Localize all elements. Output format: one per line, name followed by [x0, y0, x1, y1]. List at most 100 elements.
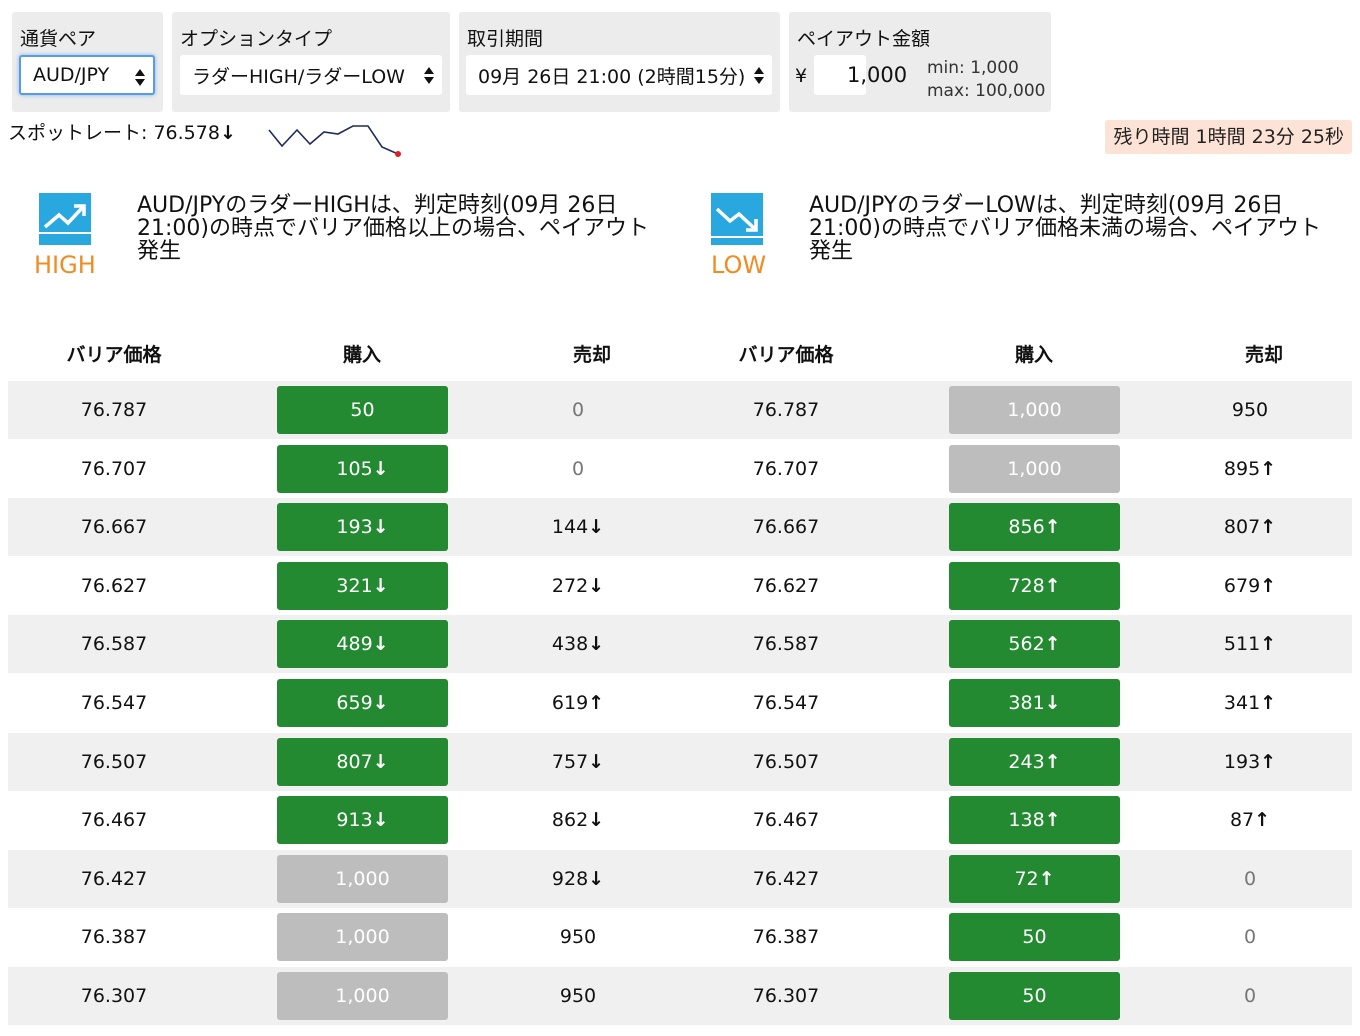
- arrow-up-icon: ↑: [1260, 751, 1277, 773]
- low-sell-value: 193: [1223, 751, 1261, 773]
- high-sell-cell[interactable]: 619↑: [508, 674, 648, 732]
- high-buy-button[interactable]: 659↓: [277, 679, 448, 727]
- table-row: 76.627 321↓ 272↓ 76.627 728↑ 679↑: [8, 557, 1352, 615]
- high-buy-button[interactable]: 321↓: [277, 562, 448, 610]
- high-sell-cell[interactable]: 950: [508, 967, 648, 1025]
- high-buy-button: 1,000: [277, 855, 448, 903]
- high-sell-value: 144: [551, 516, 589, 538]
- low-barrier-value: 76.587: [752, 633, 820, 655]
- low-buy-button[interactable]: 856↑: [949, 503, 1120, 551]
- high-sell-value: 272: [551, 575, 589, 597]
- high-sell-cell[interactable]: 272↓: [508, 557, 648, 615]
- arrow-down-icon: ↓: [588, 868, 605, 890]
- high-buy-value: 913: [336, 809, 373, 831]
- sparkline-current-dot: [395, 151, 401, 157]
- arrow-down-icon: ↓: [588, 516, 605, 538]
- sparkline-line: [268, 125, 399, 155]
- low-sell-cell[interactable]: 807↑: [1180, 498, 1320, 556]
- high-sell-cell[interactable]: 862↓: [508, 791, 648, 849]
- payout-control: ペイアウト金額 ¥ 1,000 min: 1,000 max: 100,000: [789, 12, 1051, 112]
- option-type-label: オプションタイプ: [180, 28, 333, 50]
- payout-min: min: 1,000: [927, 58, 1019, 78]
- high-sell-value: 928: [551, 868, 589, 890]
- low-sell-cell[interactable]: 193↑: [1180, 733, 1320, 791]
- high-sell-header: 売却: [572, 344, 611, 366]
- low-buy-button: 1,000: [949, 386, 1120, 434]
- low-buy-button[interactable]: 72↑: [949, 855, 1120, 903]
- low-buy-button[interactable]: 50: [949, 972, 1120, 1020]
- low-sell-value: 895: [1223, 458, 1261, 480]
- high-sell-cell[interactable]: 757↓: [508, 733, 648, 791]
- high-barrier-header: バリア価格: [66, 344, 162, 366]
- high-buy-button[interactable]: 193↓: [277, 503, 448, 551]
- option-type-select-value: ラダーHIGH/ラダーLOW: [192, 65, 405, 88]
- period-label: 取引期間: [467, 28, 544, 50]
- spot-rate: スポットレート: 76.578↓: [8, 118, 236, 145]
- arrow-up-icon: ↑: [1254, 809, 1271, 831]
- high-barrier-cell: 76.307: [44, 967, 184, 1025]
- arrow-up-icon: ↑: [588, 692, 605, 714]
- payout-max: max: 100,000: [927, 81, 1046, 101]
- select-arrows-icon: [135, 67, 145, 87]
- low-buy-header: 購入: [1014, 344, 1053, 366]
- high-sell-value: 862: [551, 809, 589, 831]
- low-buy-button[interactable]: 728↑: [949, 562, 1120, 610]
- high-barrier-value: 76.507: [80, 751, 148, 773]
- low-sell-value: 87: [1229, 809, 1255, 831]
- high-sell-cell[interactable]: 950: [508, 908, 648, 966]
- high-barrier-cell: 76.547: [44, 674, 184, 732]
- high-buy-button[interactable]: 489↓: [277, 620, 448, 668]
- pair-control: 通貨ペア AUD/JPY: [12, 12, 163, 112]
- low-buy-value: 1,000: [1007, 399, 1062, 421]
- high-barrier-value: 76.387: [80, 926, 148, 948]
- low-buy-button[interactable]: 381↓: [949, 679, 1120, 727]
- low-buy-button[interactable]: 243↑: [949, 738, 1120, 786]
- select-arrows-icon: [754, 65, 764, 85]
- low-sell-cell[interactable]: 87↑: [1180, 791, 1320, 849]
- low-sell-value: 341: [1223, 692, 1261, 714]
- low-sell-cell[interactable]: 895↑: [1180, 440, 1320, 498]
- arrow-up-icon: ↑: [1044, 633, 1061, 655]
- high-sell-value: 619: [551, 692, 589, 714]
- high-sell-cell: 0: [508, 381, 648, 439]
- pair-select[interactable]: AUD/JPY: [19, 55, 155, 95]
- high-buy-button[interactable]: 913↓: [277, 796, 448, 844]
- high-barrier-cell: 76.787: [44, 381, 184, 439]
- low-sell-cell[interactable]: 341↑: [1180, 674, 1320, 732]
- high-buy-button[interactable]: 50: [277, 386, 448, 434]
- high-sell-cell[interactable]: 438↓: [508, 615, 648, 673]
- arrow-down-icon: ↓: [372, 809, 389, 831]
- low-barrier-cell: 76.387: [716, 908, 856, 966]
- low-sell-cell[interactable]: 950: [1180, 381, 1320, 439]
- high-sell-cell[interactable]: 144↓: [508, 498, 648, 556]
- high-barrier-value: 76.627: [80, 575, 148, 597]
- low-sell-cell[interactable]: 511↑: [1180, 615, 1320, 673]
- low-sell-header: 売却: [1244, 344, 1283, 366]
- low-sell-cell[interactable]: 679↑: [1180, 557, 1320, 615]
- option-type-select[interactable]: ラダーHIGH/ラダーLOW: [180, 55, 442, 95]
- high-barrier-value: 76.707: [80, 458, 148, 480]
- high-buy-value: 1,000: [335, 926, 390, 948]
- high-sell-value: 950: [559, 985, 597, 1007]
- low-buy-button[interactable]: 562↑: [949, 620, 1120, 668]
- low-sell-cell: 0: [1180, 850, 1320, 908]
- low-buy-button[interactable]: 138↑: [949, 796, 1120, 844]
- low-buy-value: 50: [1022, 985, 1047, 1007]
- arrow-down-icon: ↓: [372, 458, 389, 480]
- low-sell-cell: 0: [1180, 967, 1320, 1025]
- arrow-up-icon: ↑: [1260, 633, 1277, 655]
- arrow-up-icon: ↑: [1260, 692, 1277, 714]
- low-barrier-cell: 76.627: [716, 557, 856, 615]
- period-select[interactable]: 09月 26日 21:00 (2時間15分): [466, 55, 772, 95]
- arrow-up-icon: ↑: [1044, 809, 1061, 831]
- spot-rate-text: スポットレート: 76.578: [8, 122, 220, 144]
- high-buy-button[interactable]: 105↓: [277, 445, 448, 493]
- high-sell-cell[interactable]: 928↓: [508, 850, 648, 908]
- period-control: 取引期間 09月 26日 21:00 (2時間15分): [459, 12, 780, 112]
- high-buy-value: 321: [336, 575, 373, 597]
- low-buy-button[interactable]: 50: [949, 913, 1120, 961]
- table-row: 76.387 1,000 950 76.387 50 0: [8, 908, 1352, 966]
- high-barrier-value: 76.307: [80, 985, 148, 1007]
- high-barrier-value: 76.587: [80, 633, 148, 655]
- high-buy-button[interactable]: 807↓: [277, 738, 448, 786]
